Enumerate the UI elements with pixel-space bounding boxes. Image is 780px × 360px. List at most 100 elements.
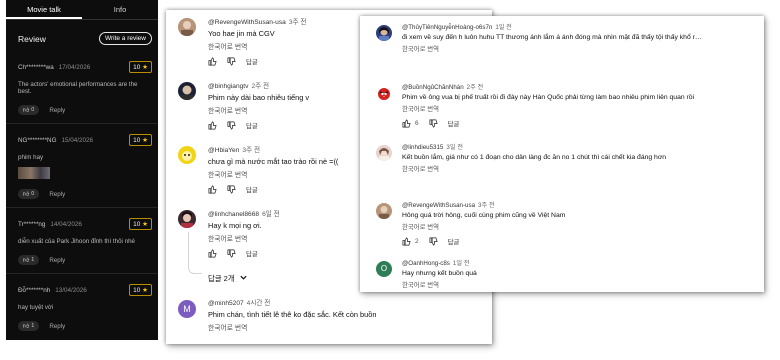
score-value: 10 [133, 287, 141, 294]
thumb-up-icon: 👍︎ [23, 108, 30, 114]
comment-time: 2주 전 [466, 84, 484, 91]
reply-button[interactable]: 답글 [246, 57, 258, 66]
comment-text: Kết buồn lắm, giá như có 1 đoạn cho dân … [402, 154, 667, 161]
comment-handle[interactable]: @minh5207 [208, 300, 244, 307]
avatar[interactable] [376, 25, 392, 41]
tab-info[interactable]: Info [82, 0, 158, 19]
star-icon: ★ [142, 287, 148, 294]
thumb-down-icon[interactable] [227, 121, 236, 130]
comment-time: 2주 전 [251, 83, 270, 90]
translate-link[interactable]: 한국어로 번역 [402, 222, 565, 231]
thread-line [188, 232, 202, 274]
comment-handle[interactable]: @ThủyTiênNguyễnHoàng-o6s7n [402, 24, 492, 31]
reply-link[interactable]: Reply [49, 323, 65, 330]
thumb-up-icon[interactable] [402, 119, 411, 128]
avatar[interactable]: M [178, 300, 196, 318]
review-date: 14/04/2026 [50, 220, 82, 228]
thumb-down-icon[interactable] [227, 249, 236, 258]
avatar[interactable] [178, 146, 196, 164]
thumb-up-icon[interactable] [208, 121, 217, 130]
comment-handle[interactable]: @RevengeWithSusan-usa [208, 19, 286, 26]
thumb-up-icon[interactable] [208, 57, 217, 66]
translate-link[interactable]: 한국어로 번역 [208, 322, 376, 332]
comment-handle[interactable]: @OanhHong-c8s [402, 260, 450, 267]
thumb-up-icon[interactable] [402, 237, 411, 246]
translate-link[interactable]: 한국어로 번역 [402, 104, 694, 113]
reply-count-label: 답글 2개 [208, 274, 235, 283]
avatar[interactable] [178, 210, 196, 228]
reply-link[interactable]: Reply [49, 191, 65, 198]
thumb-down-icon[interactable] [227, 185, 236, 194]
score-value: 10 [133, 137, 141, 144]
reply-link[interactable]: Reply [49, 107, 65, 114]
like-button[interactable]: 👍︎ 1 [18, 321, 40, 331]
score-badge: 10 ★ [129, 218, 152, 230]
comment-time: 3주 전 [242, 147, 261, 154]
translate-link[interactable]: 한국어로 번역 [208, 169, 338, 179]
like-button[interactable]: 👍︎ 0 [18, 105, 40, 115]
thumb-up-icon: 👍︎ [23, 192, 30, 198]
avatar[interactable] [178, 82, 196, 100]
write-review-button[interactable]: Write a review [98, 32, 152, 45]
comment-card-right: @ThủyTiênNguyễnHoàng-o6s7n 1일 전 đi xem về… [360, 16, 764, 292]
thumb-down-icon[interactable] [227, 57, 236, 66]
translate-link[interactable]: 한국어로 번역 [208, 105, 309, 115]
avatar[interactable]: O [376, 261, 392, 277]
reply-button[interactable]: 답글 [246, 249, 258, 258]
score-badge: 10 ★ [129, 134, 152, 146]
score-badge: 10 ★ [129, 61, 152, 73]
comment-handle[interactable]: @BuồnNgủChănNhàn [402, 84, 464, 91]
review-text: hay tuyệt vời [18, 304, 54, 311]
reply-button[interactable]: 답글 [448, 119, 460, 128]
review-image[interactable] [18, 167, 50, 179]
review-user: Đỗ*******nh [18, 286, 51, 294]
view-replies-button[interactable]: 답글 2개 [208, 273, 248, 284]
like-count: 2 [415, 238, 419, 245]
comment-text: Phim chán, tình tiết lê thê ko đặc sắc. … [208, 310, 377, 319]
comment-handle[interactable]: @HbiaYen [208, 147, 239, 154]
score-value: 10 [133, 221, 141, 228]
reply-link[interactable]: Reply [49, 257, 65, 264]
reply-button[interactable]: 답글 [448, 237, 460, 246]
review-panel: Movie talk Info Review Write a review Ch… [6, 0, 158, 340]
avatar[interactable] [178, 18, 196, 36]
comment-time: 4시간 전 [246, 300, 271, 307]
like-count: 1 [31, 323, 35, 329]
review-header: Review Write a review [6, 20, 158, 51]
reply-button[interactable]: 답글 [246, 121, 258, 130]
translate-link[interactable]: 한국어로 번역 [402, 280, 477, 289]
translate-link[interactable]: 한국어로 번역 [208, 233, 280, 243]
comment-time: 3주 전 [478, 202, 495, 209]
like-button[interactable]: 👍︎ 1 [18, 255, 40, 265]
comment-handle[interactable]: @RevengeWithSusan-usa [402, 202, 475, 209]
avatar[interactable] [376, 203, 392, 219]
translate-link[interactable]: 한국어로 번역 [208, 41, 306, 51]
comment-text: Phim về ông vua bị phế truất rồi đi đày … [402, 94, 695, 101]
like-count: 1 [31, 257, 35, 263]
avatar[interactable] [376, 85, 392, 101]
thumb-up-icon: 👍︎ [23, 324, 30, 330]
reply-button[interactable]: 답글 [246, 185, 258, 194]
comment-text: Hông quá trời hông, cuối cùng phim cũng … [402, 212, 566, 219]
comment-time: 1일 전 [495, 24, 512, 31]
thumb-down-icon[interactable] [429, 237, 438, 246]
star-icon: ★ [142, 64, 148, 71]
translate-link[interactable]: 한국어로 번역 [402, 164, 666, 173]
thumb-up-icon[interactable] [208, 185, 217, 194]
avatar[interactable] [376, 145, 392, 161]
comment-handle[interactable]: @linhdieu5315 [402, 144, 443, 151]
review-item: Ch********wa 17/04/2026 10 ★ The actors'… [6, 51, 158, 124]
thumb-down-icon[interactable] [429, 119, 438, 128]
like-count: 6 [415, 120, 419, 127]
comment-handle[interactable]: @linhchanel8668 [208, 211, 259, 218]
review-item: Tr******ng 14/04/2026 10 ★ diễn xuất của… [6, 208, 158, 274]
thumb-up-icon[interactable] [208, 249, 217, 258]
comment-handle[interactable]: @binhgiangtv [208, 83, 248, 90]
comment-time: 3주 전 [288, 19, 307, 26]
tab-movie-talk[interactable]: Movie talk [6, 0, 82, 19]
comment-time: 6일 전 [262, 211, 280, 218]
review-date: 17/04/2026 [58, 63, 91, 71]
translate-link[interactable]: 한국어로 번역 [402, 44, 702, 53]
review-tabs: Movie talk Info [6, 0, 158, 20]
like-button[interactable]: 👍︎ 0 [18, 189, 40, 199]
